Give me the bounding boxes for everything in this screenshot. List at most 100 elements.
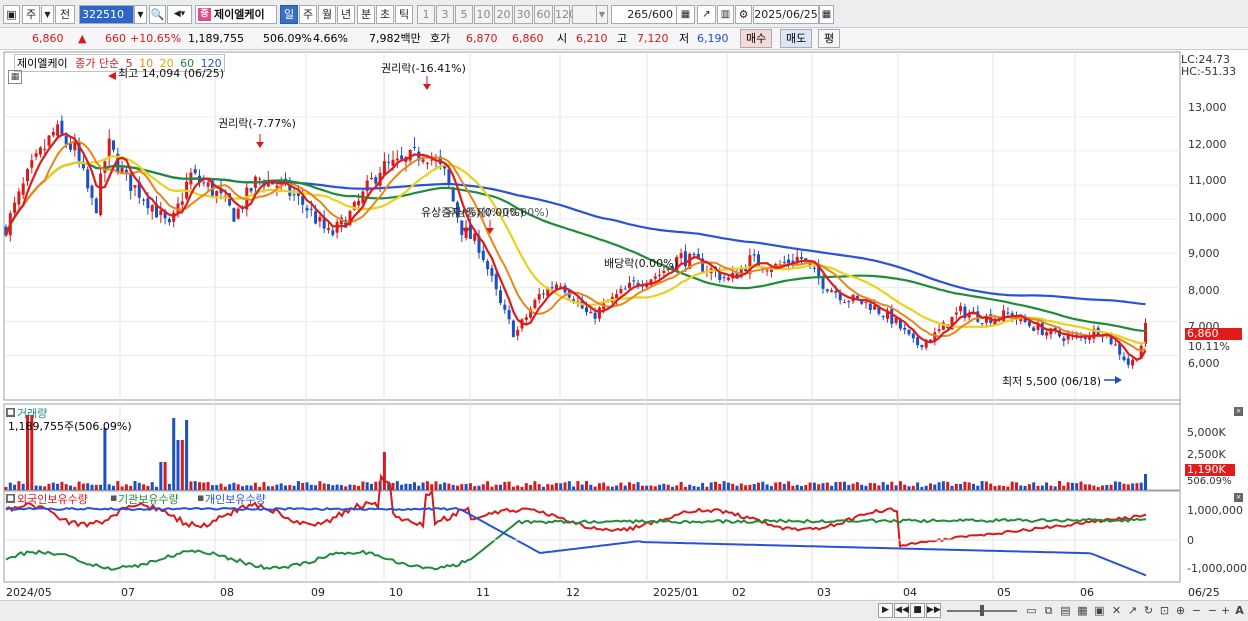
candle — [542, 293, 545, 295]
chart-tool-icon[interactable]: ↗ — [697, 5, 716, 24]
candle — [202, 182, 206, 184]
candle — [593, 312, 597, 319]
grid-tool-icon[interactable]: ▦ — [676, 5, 695, 24]
candle — [30, 160, 34, 168]
copy-icon[interactable]: ⧉ — [1041, 603, 1056, 618]
zoom-slider-handle[interactable] — [980, 605, 984, 616]
tab-month[interactable]: 월 — [318, 5, 336, 24]
candle — [327, 228, 330, 231]
pane-menu-icon[interactable]: ■ — [6, 494, 15, 503]
volume-bar — [946, 481, 950, 490]
gear-icon[interactable]: ⚙ — [735, 5, 752, 24]
minute-option-120[interactable]: 120 — [554, 5, 576, 24]
minus-icon[interactable]: − — [1189, 603, 1204, 618]
stock-code-input[interactable]: 322510 — [79, 5, 134, 24]
volume-bar — [830, 485, 834, 490]
minute-option-5[interactable]: 5 — [455, 5, 473, 24]
tab-second[interactable]: 초 — [376, 5, 394, 24]
volume-bar — [202, 482, 206, 490]
sound-icon[interactable]: ◀▾ — [167, 5, 192, 24]
window-icon[interactable]: ▭ — [1024, 603, 1039, 618]
volume-bar — [322, 483, 326, 490]
tab-tick[interactable]: 틱 — [395, 5, 413, 24]
buy-button[interactable]: 매수 — [740, 29, 773, 48]
volume-bar — [550, 484, 554, 490]
close-icon[interactable]: × — [1234, 493, 1243, 502]
candle — [830, 290, 834, 293]
search-icon[interactable]: 🔍 — [149, 5, 166, 24]
volume-bar — [47, 483, 51, 490]
volume-bar — [984, 481, 988, 490]
pane-menu-icon[interactable]: ■ — [6, 408, 15, 417]
next-page-icon[interactable]: ▶▶ — [926, 603, 941, 618]
period-main-button[interactable]: 주 — [22, 5, 40, 24]
table-icon[interactable]: ▦ — [8, 70, 22, 84]
plus-icon[interactable]: + — [1218, 603, 1233, 618]
chevron-down-icon[interactable]: ▼ — [41, 5, 54, 24]
volume-bar — [529, 484, 533, 490]
volume-bar — [1036, 485, 1040, 490]
trend-icon[interactable]: ↗ — [1125, 603, 1140, 618]
window-menu-icon[interactable]: ▣ — [3, 5, 20, 24]
volume-bar — [1058, 481, 1061, 490]
image-icon[interactable]: ▣ — [1092, 603, 1107, 618]
volume-bar — [13, 484, 17, 490]
stock-name-field[interactable]: 증 제이엘케이 — [195, 5, 277, 24]
scroll-right-icon[interactable]: ▶ — [878, 603, 893, 618]
close-icon[interactable]: × — [1234, 407, 1243, 416]
sell-button[interactable]: 매도 — [780, 29, 813, 48]
price-chart[interactable] — [0, 50, 1248, 600]
volume-bar — [692, 486, 696, 490]
refresh-icon[interactable]: ↻ — [1141, 603, 1156, 618]
count-field[interactable]: 265/600 — [611, 5, 677, 24]
minute-option-60[interactable]: 60 — [534, 5, 553, 24]
candle — [937, 329, 941, 332]
cross-icon[interactable]: ✕ — [1109, 603, 1124, 618]
layout-icon-2[interactable]: ▤ — [1058, 603, 1073, 618]
volume-bar — [215, 485, 219, 490]
volume-bar — [185, 420, 189, 490]
minute-option-3[interactable]: 3 — [436, 5, 454, 24]
candle — [658, 274, 662, 276]
zoom-icon[interactable]: ⊕ — [1173, 603, 1188, 618]
tab-year[interactable]: 년 — [337, 5, 355, 24]
tab-week[interactable]: 주 — [299, 5, 317, 24]
volume-bar — [56, 483, 60, 490]
volume-bar — [344, 486, 348, 490]
volume-bar — [1144, 474, 1147, 490]
volume-bar — [464, 483, 468, 490]
code-dropdown-icon[interactable]: ▼ — [134, 5, 147, 24]
candle — [94, 198, 98, 214]
volume-bar — [834, 482, 838, 490]
volume-bar — [636, 482, 640, 490]
layout-icon[interactable]: ▥ — [717, 5, 734, 24]
hc-value: HC:-51.33 — [1181, 65, 1237, 78]
minute-option-20[interactable]: 20 — [494, 5, 513, 24]
volume-bar — [129, 485, 133, 490]
candle — [765, 270, 769, 272]
minute-option-1[interactable]: 1 — [417, 5, 435, 24]
volume-bar — [103, 428, 107, 490]
tab-minute[interactable]: 분 — [357, 5, 375, 24]
grid-icon[interactable]: ▦ — [1075, 603, 1090, 618]
volume-pane-value: 1,189,755주(506.09%) — [8, 420, 132, 433]
candle — [959, 305, 963, 312]
low-annotation: 최저 5,500 (06/18) — [1002, 375, 1102, 388]
volume-bar — [782, 483, 786, 490]
date-input[interactable]: 2025/06/25 — [753, 5, 819, 24]
calendar-icon[interactable]: ▦ — [819, 5, 834, 24]
date-tick: 05 — [997, 586, 1011, 599]
ask-label: 호가 — [430, 32, 451, 45]
minute-option-10[interactable]: 10 — [474, 5, 493, 24]
chevron-down-icon-2[interactable]: ▼ — [596, 5, 608, 24]
font-size-icon[interactable]: A — [1232, 603, 1247, 618]
lock-icon[interactable]: ⊡ — [1157, 603, 1172, 618]
candle — [159, 210, 163, 215]
prev-button[interactable]: 전 — [55, 5, 75, 24]
date-tick: 02 — [732, 586, 746, 599]
stop-icon[interactable]: ■ — [910, 603, 925, 618]
tab-day[interactable]: 일 — [280, 5, 298, 24]
avg-button[interactable]: 평 — [818, 29, 841, 48]
minute-option-30[interactable]: 30 — [514, 5, 533, 24]
first-page-icon[interactable]: ◀◀ — [894, 603, 909, 618]
